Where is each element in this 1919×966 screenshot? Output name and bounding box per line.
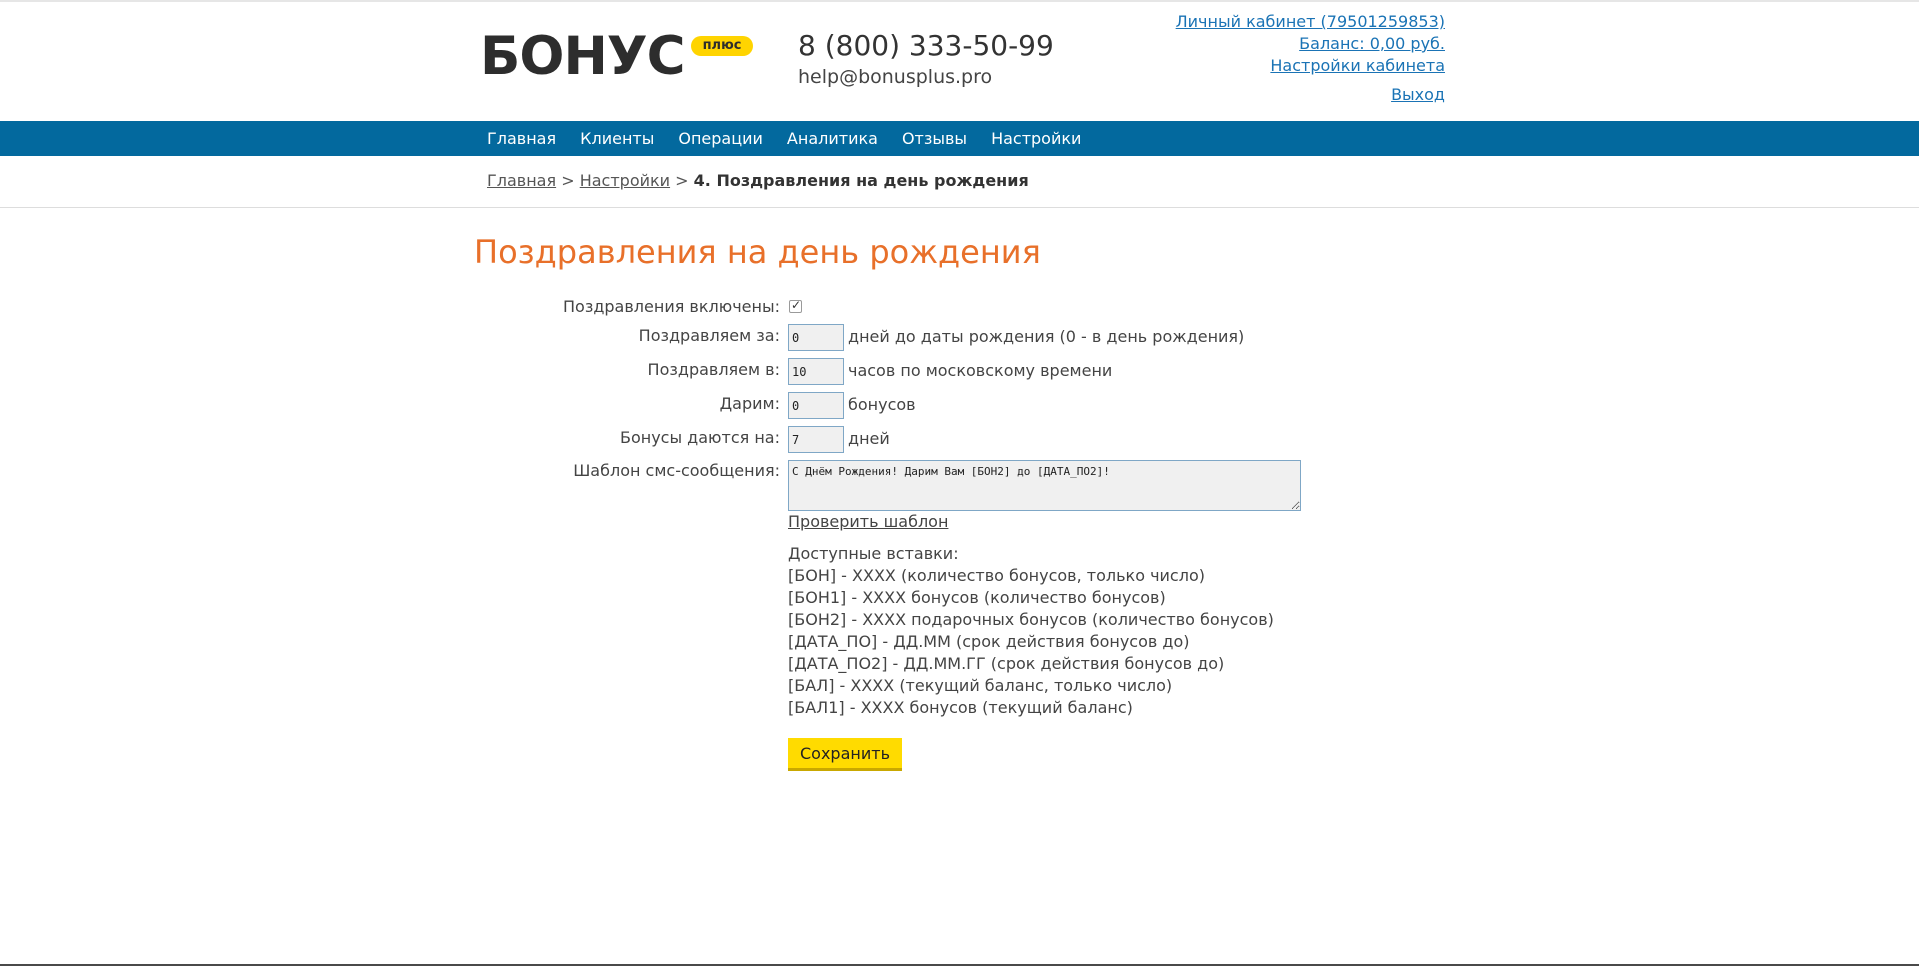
template-label: Шаблон смс-сообщения: [573,461,780,480]
hour-label: Поздравляем в: [647,360,780,379]
insert-item: [БОН] - XXXX (количество бонусов, только… [788,566,1205,585]
insert-item: [БОН1] - XXXX бонусов (количество бонусо… [788,588,1166,607]
logo-word: БОНУС [480,26,686,87]
days-before-suffix: дней до даты рождения (0 - в день рожден… [848,327,1245,346]
check-template-link[interactable]: Проверить шаблон [788,511,948,533]
account-link[interactable]: Личный кабинет (79501259853) [1176,11,1445,33]
insert-item: [ДАТА_ПО2] - ДД.ММ.ГГ (срок действия бон… [788,654,1225,673]
insert-item: [БАЛ] - XXXX (текущий баланс, только чис… [788,676,1173,695]
enabled-checkbox[interactable]: ✓ [789,298,802,313]
inserts-title: Доступные вставки: [788,544,959,563]
balance-link[interactable]: Баланс: 0,00 руб. [1176,33,1445,55]
hour-suffix: часов по московскому времени [848,361,1113,380]
breadcrumb-settings[interactable]: Настройки [580,171,670,190]
nav-item-operations[interactable]: Операции [670,121,771,156]
validity-label: Бонусы даются на: [619,428,780,447]
logo-badge: плюс [691,36,753,56]
checkmark-icon: ✓ [791,298,802,312]
page-title: Поздравления на день рождения [474,233,1041,271]
breadcrumb-separator: > [561,171,575,190]
main-nav: Главная Клиенты Операции Аналитика Отзыв… [0,121,1919,156]
insert-item: [ДАТА_ПО] - ДД.ММ (срок действия бонусов… [788,632,1190,651]
bonus-amount-input[interactable] [788,392,844,419]
logo[interactable]: БОНУС плюс [480,30,755,84]
nav-item-analytics[interactable]: Аналитика [779,121,886,156]
validity-days-input[interactable] [788,426,844,453]
nav-item-settings[interactable]: Настройки [983,121,1089,156]
days-before-label: Поздравляем за: [638,326,780,345]
validity-suffix: дней [848,429,890,448]
breadcrumb-current: 4. Поздравления на день рождения [693,171,1029,190]
logout-link[interactable]: Выход [1176,84,1445,106]
account-links: Личный кабинет (79501259853) Баланс: 0,0… [1176,11,1445,106]
bonus-label: Дарим: [719,394,780,413]
enabled-label: Поздравления включены: [563,297,780,316]
breadcrumb-separator: > [675,171,689,190]
divider [0,207,1919,208]
nav-item-clients[interactable]: Клиенты [572,121,662,156]
save-button[interactable]: Сохранить [788,738,902,771]
insert-item: [БАЛ1] - XXXX бонусов (текущий баланс) [788,698,1133,717]
top-border [0,0,1919,2]
nav-item-reviews[interactable]: Отзывы [894,121,975,156]
hour-input[interactable] [788,358,844,385]
breadcrumb-home[interactable]: Главная [487,171,556,190]
bonus-suffix: бонусов [848,395,916,414]
support-email: help@bonusplus.pro [798,66,993,88]
inserts-list: [БОН] - XXXX (количество бонусов, только… [788,565,1274,719]
insert-item: [БОН2] - XXXX подарочных бонусов (количе… [788,610,1274,629]
support-phone: 8 (800) 333-50-99 [798,29,1054,62]
sms-template-textarea[interactable]: С Днём Рождения! Дарим Вам [БОН2] до [ДА… [788,460,1301,511]
nav-item-home[interactable]: Главная [479,121,564,156]
account-settings-link[interactable]: Настройки кабинета [1176,55,1445,77]
breadcrumb: Главная > Настройки > 4. Поздравления на… [487,169,1029,193]
days-before-input[interactable] [788,324,844,351]
